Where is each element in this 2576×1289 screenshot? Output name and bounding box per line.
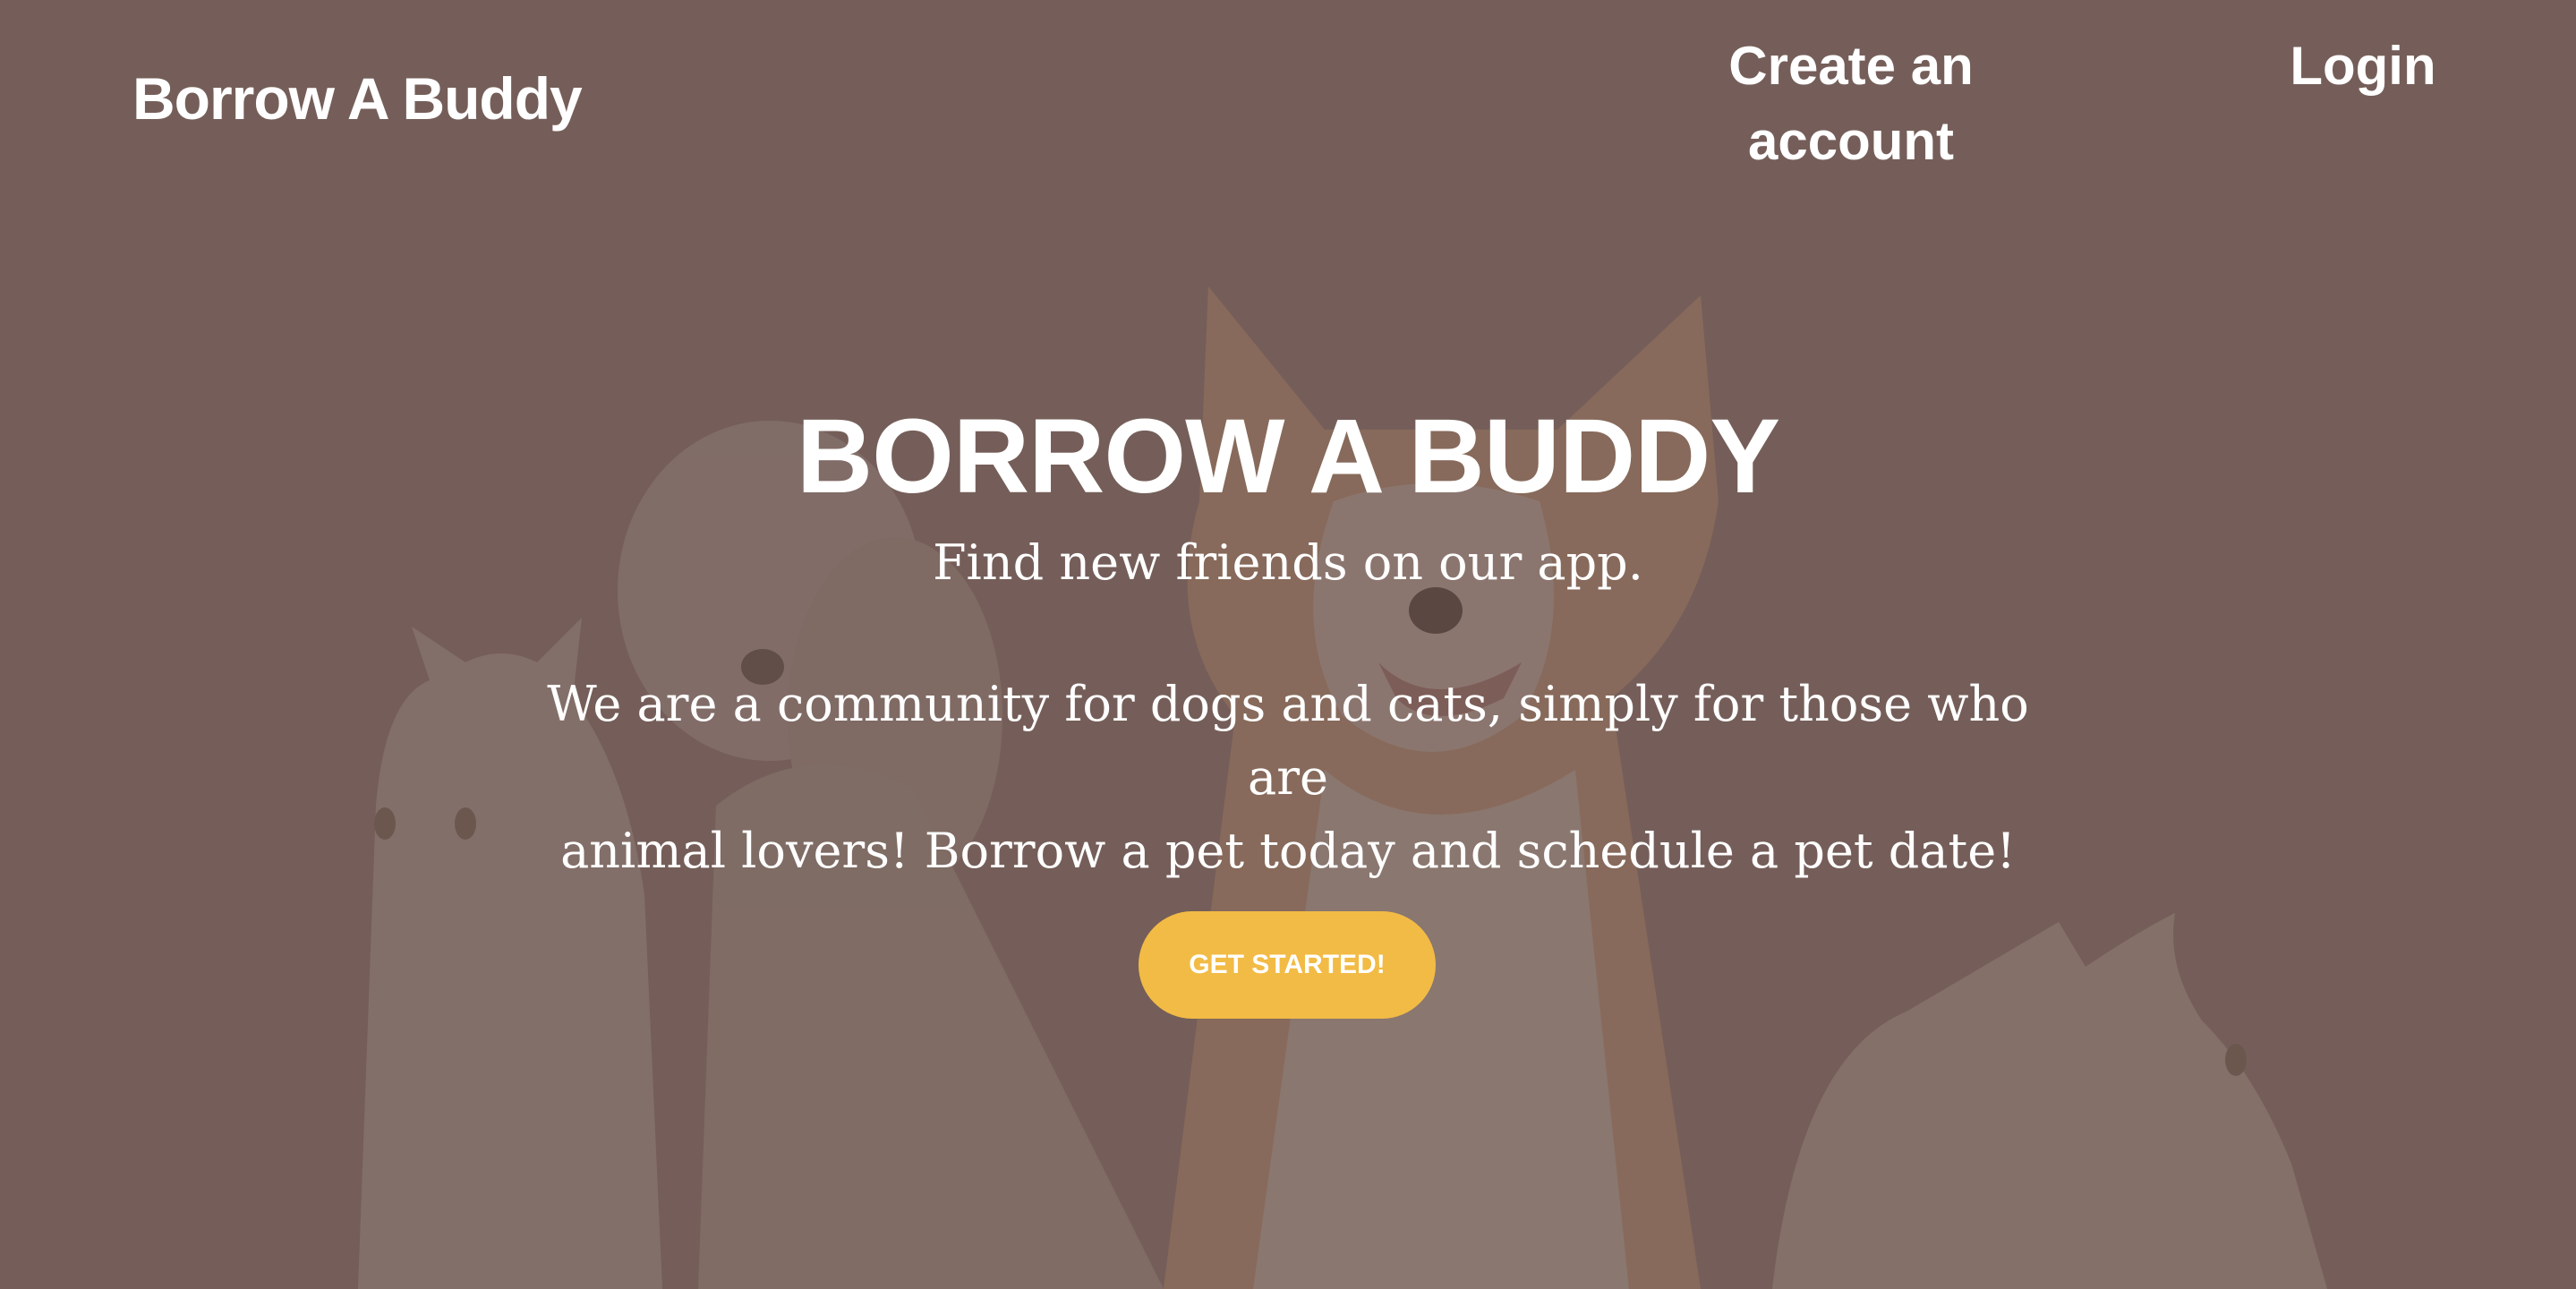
hero-subtitle: Find new friends on our app. (933, 534, 1643, 591)
create-account-label-line2: account (1747, 111, 1955, 171)
login-link[interactable]: Login (2273, 29, 2452, 104)
brand-logo[interactable]: Borrow A Buddy (132, 64, 583, 132)
create-account-label-line1: Create an (1728, 36, 1974, 96)
hero-title: BORROW A BUDDY (796, 397, 1780, 516)
hero-description-line1: We are a community for dogs and cats, si… (547, 676, 2029, 806)
hero-description: We are a community for dogs and cats, si… (500, 668, 2076, 888)
create-account-link[interactable]: Create an account (1717, 29, 1985, 179)
hero-description-line2: animal lovers! Borrow a pet today and sc… (560, 823, 2016, 879)
hero-content: BORROW A BUDDY Find new friends on our a… (0, 394, 2576, 888)
hero-section: Borrow A Buddy Create an account Login B… (0, 0, 2576, 1289)
get-started-button[interactable]: GET STARTED! (1139, 911, 1436, 1019)
